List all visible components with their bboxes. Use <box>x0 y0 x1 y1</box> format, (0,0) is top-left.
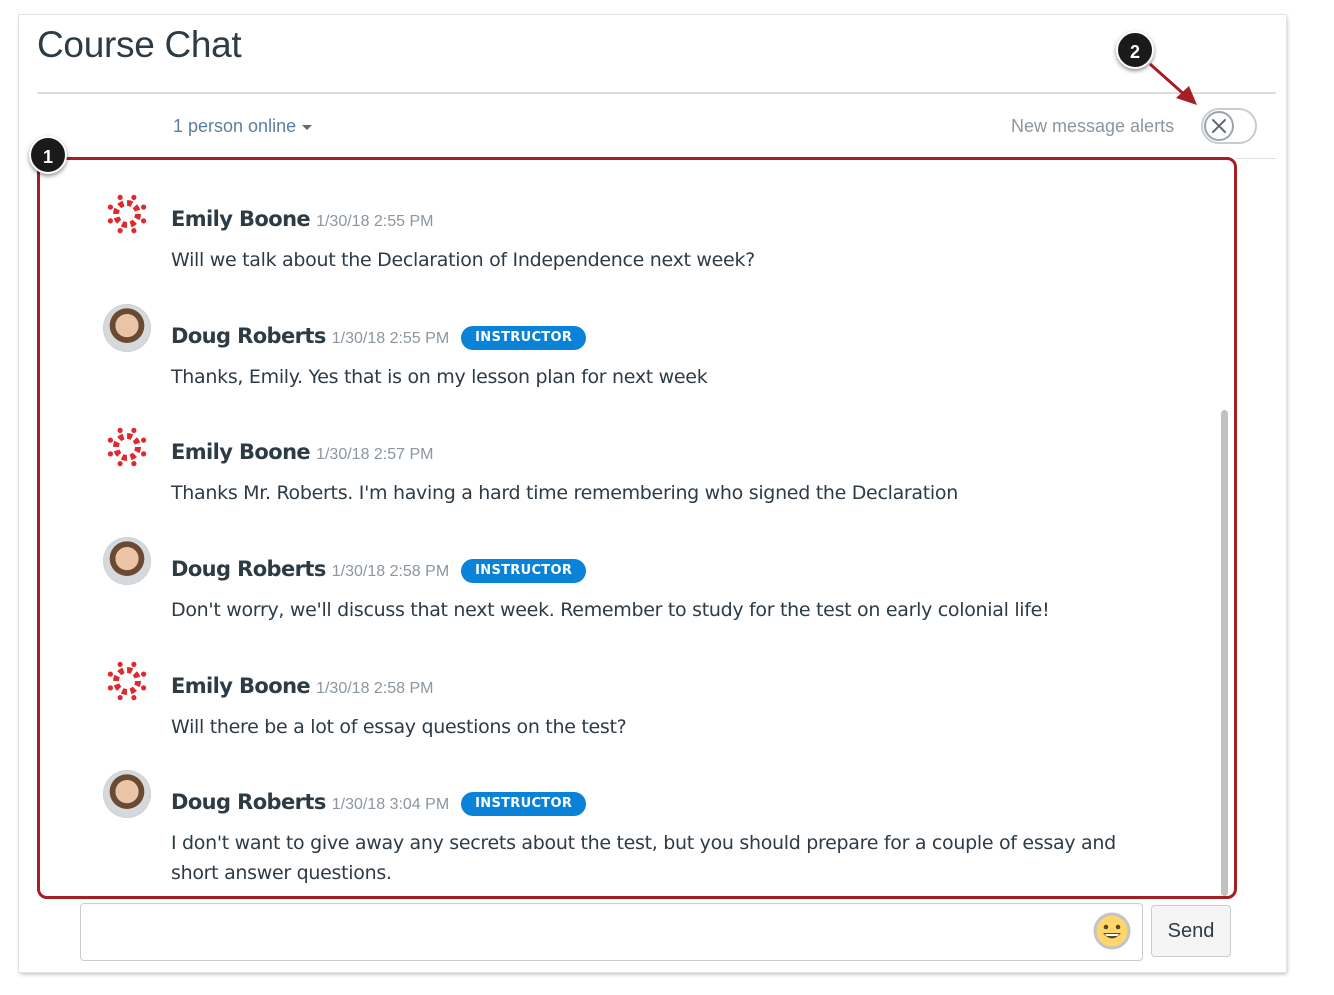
message-input[interactable] <box>91 914 1085 952</box>
message-text: I don't want to give away any secrets ab… <box>171 832 1116 884</box>
user-avatar <box>103 770 151 818</box>
message-timestamp: 1/30/18 2:58 PM <box>331 563 450 580</box>
instructor-badge: INSTRUCTOR <box>461 559 587 583</box>
message-author: Emily Boone <box>171 674 311 698</box>
new-message-alerts-label: New message alerts <box>1011 116 1175 136</box>
message-text: Will there be a lot of essay questions o… <box>171 716 627 738</box>
close-x-icon <box>1212 119 1226 133</box>
message-timestamp: 1/30/18 2:57 PM <box>316 446 434 463</box>
people-online-label: 1 person online <box>173 116 297 136</box>
message-composer[interactable] <box>80 903 1143 961</box>
canvas-logo-avatar-icon <box>106 660 148 702</box>
toggle-knob <box>1204 111 1234 141</box>
message-author: Emily Boone <box>171 207 311 231</box>
smiley-face-icon[interactable] <box>1092 911 1132 951</box>
header-divider <box>37 92 1276 94</box>
message-text: Thanks, Emily. Yes that is on my lesson … <box>171 366 708 388</box>
instructor-badge: INSTRUCTOR <box>461 326 587 350</box>
caret-down-icon <box>302 124 313 130</box>
message-author: Doug Roberts <box>171 324 326 348</box>
message-timestamp: 1/30/18 2:55 PM <box>316 213 434 230</box>
message-timestamp: 1/30/18 2:58 PM <box>316 680 434 697</box>
message-text: Thanks Mr. Roberts. I'm having a hard ti… <box>171 482 958 504</box>
people-online-dropdown[interactable]: 1 person online <box>173 116 313 137</box>
message-timestamp: 1/30/18 2:55 PM <box>331 330 450 347</box>
header-divider-right <box>1236 158 1276 159</box>
message-text: Will we talk about the Declaration of In… <box>171 249 755 271</box>
user-avatar <box>103 537 151 585</box>
message-meta: Emily Boone 1/30/18 2:58 PM <box>171 674 434 698</box>
message-list-scrollbar[interactable] <box>1221 410 1228 896</box>
user-avatar <box>103 304 151 352</box>
instructor-badge: INSTRUCTOR <box>461 792 587 816</box>
message-author: Emily Boone <box>171 440 311 464</box>
callout-badge-2: 2 <box>1116 31 1154 69</box>
message-timestamp: 1/30/18 3:04 PM <box>331 796 450 813</box>
message-meta: Doug Roberts 1/30/18 3:04 PM INSTRUCTOR <box>171 790 587 816</box>
canvas-logo-avatar-icon <box>106 193 148 235</box>
message-meta: Doug Roberts 1/30/18 2:55 PM INSTRUCTOR <box>171 324 587 350</box>
message-meta: Emily Boone 1/30/18 2:55 PM <box>171 207 434 231</box>
new-message-alerts-toggle[interactable] <box>1201 108 1257 144</box>
message-author: Doug Roberts <box>171 790 326 814</box>
canvas-logo-avatar-icon <box>106 426 148 468</box>
message-meta: Emily Boone 1/30/18 2:57 PM <box>171 440 434 464</box>
page-title: Course Chat <box>37 24 242 65</box>
message-author: Doug Roberts <box>171 557 326 581</box>
callout-badge-1: 1 <box>29 136 67 174</box>
message-text: Don't worry, we'll discuss that next wee… <box>171 599 1050 621</box>
message-meta: Doug Roberts 1/30/18 2:58 PM INSTRUCTOR <box>171 557 587 583</box>
send-button[interactable]: Send <box>1151 905 1231 957</box>
